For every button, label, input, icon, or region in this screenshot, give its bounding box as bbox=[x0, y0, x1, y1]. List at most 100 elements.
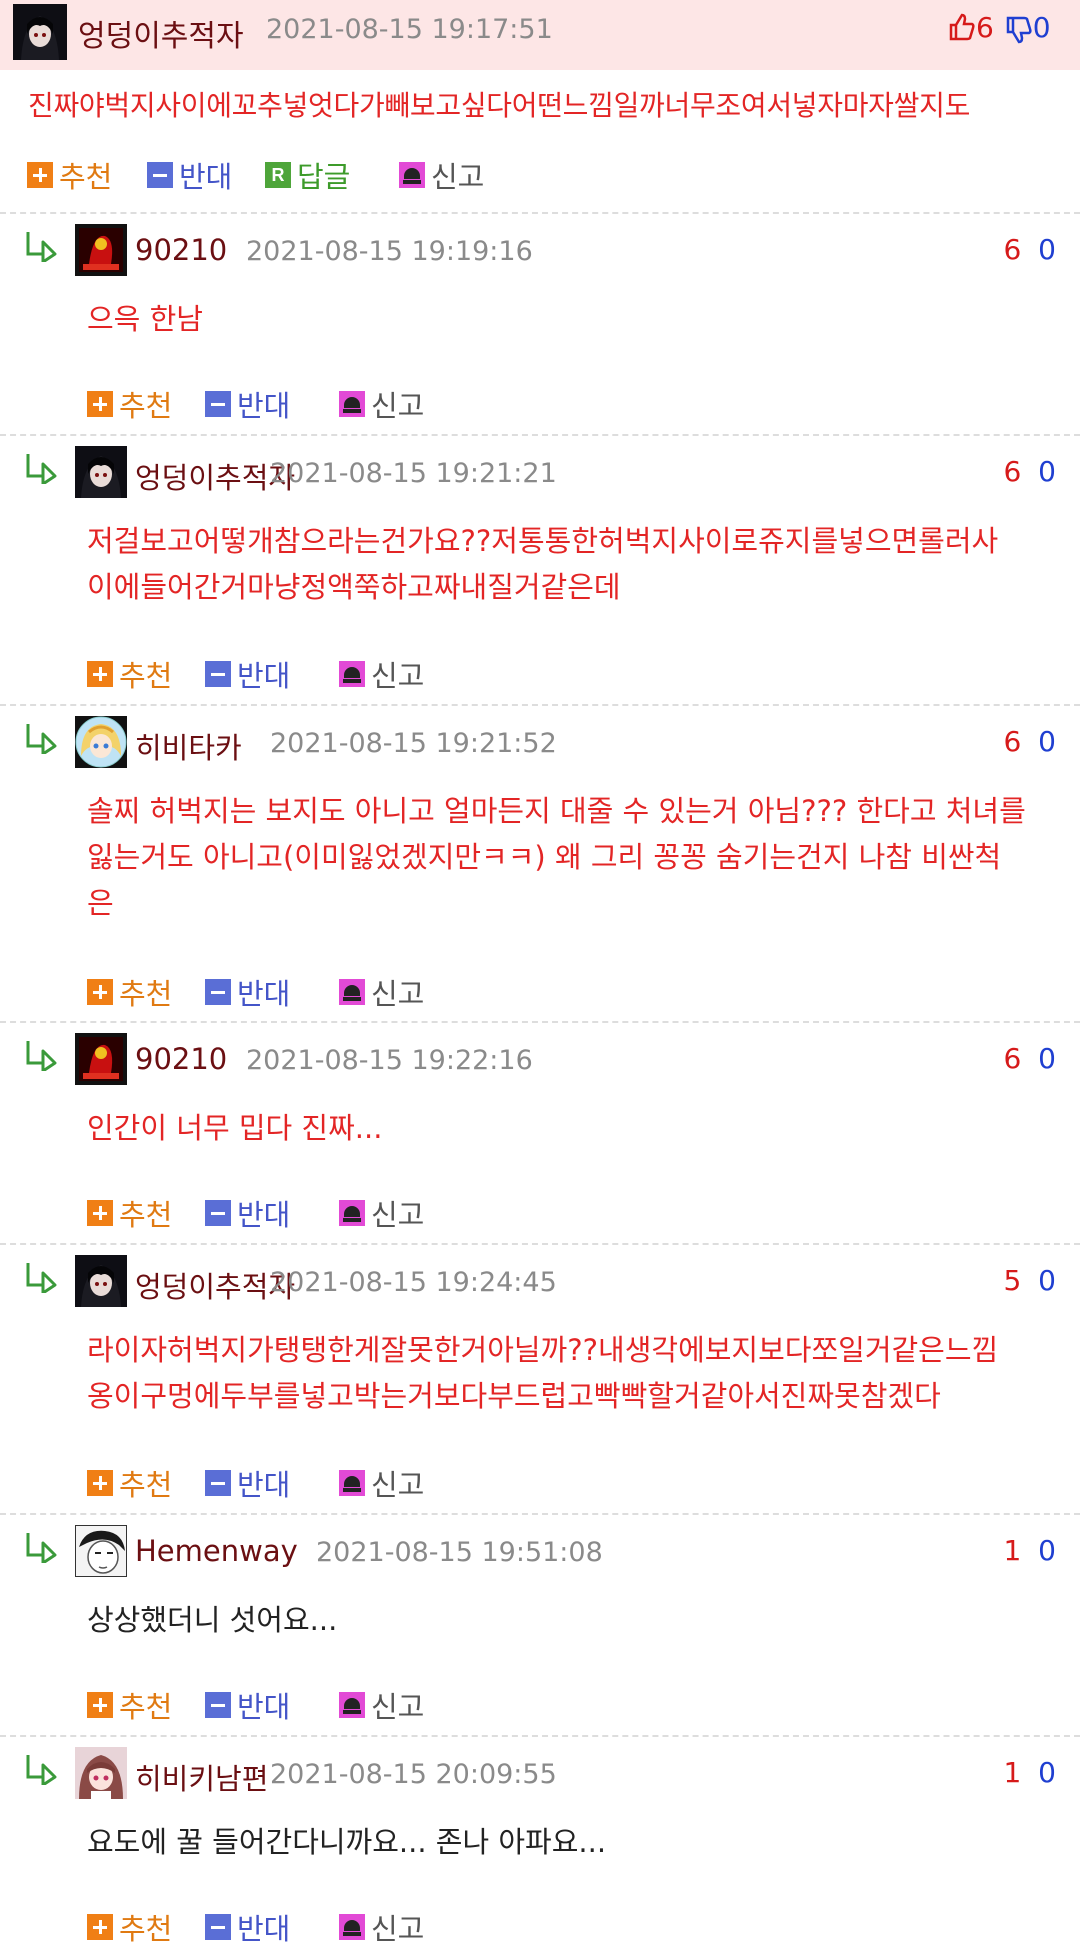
vote-counts: 6 0 bbox=[1003, 233, 1056, 266]
recommend-button[interactable]: 추천 bbox=[87, 1193, 172, 1233]
recommend-label: 추천 bbox=[59, 160, 113, 194]
minus-icon bbox=[205, 661, 231, 687]
recommend-button[interactable]: 추천 bbox=[87, 972, 172, 1012]
avatar[interactable] bbox=[13, 4, 67, 60]
username[interactable]: 90210 bbox=[135, 1042, 227, 1076]
comment-text-line: 상상했더니 섯어요... bbox=[87, 1603, 338, 1637]
report-button[interactable]: 신고 bbox=[339, 972, 424, 1012]
comment-header: 엉덩이추적자 2021-08-15 19:17:51 6 0 bbox=[0, 0, 1080, 70]
report-button[interactable]: 신고 bbox=[339, 1907, 424, 1947]
reply-arrow-icon bbox=[26, 1263, 57, 1293]
recommend-button[interactable]: 추천 bbox=[87, 1685, 172, 1725]
reply-comment: 히비키남편 2021-08-15 20:09:55 1 0 요도에 꿀 들어간다… bbox=[0, 1735, 1080, 1955]
report-button[interactable]: 신고 bbox=[399, 155, 484, 195]
timestamp: 2021-08-15 19:24:45 bbox=[270, 1267, 557, 1298]
report-button[interactable]: 신고 bbox=[339, 1463, 424, 1503]
avatar[interactable] bbox=[75, 1255, 127, 1307]
oppose-button[interactable]: 반대 bbox=[205, 1193, 290, 1233]
up-count: 5 bbox=[1003, 1264, 1022, 1297]
comment-text-line: 옹이구멍에두부를넣고박는거보다부드럽고빡빡할거같아서진짜못참겠다 bbox=[87, 1379, 941, 1413]
avatar[interactable] bbox=[75, 1747, 127, 1799]
oppose-button[interactable]: 반대 bbox=[205, 1463, 290, 1503]
oppose-button[interactable]: 반대 bbox=[205, 654, 290, 694]
comment-text-line: 잃는거도 아니고(이미잃었겠지만ㅋㅋ) 왜 그리 꽁꽁 숨기는건지 나참 비싼척 bbox=[87, 840, 1002, 874]
siren-icon bbox=[339, 979, 365, 1005]
report-label: 신고 bbox=[371, 1690, 425, 1724]
username[interactable]: 90210 bbox=[135, 233, 227, 267]
report-label: 신고 bbox=[371, 977, 425, 1011]
comment-text-line: 라이자허벅지가탱탱한게잘못한거아닐까??내생각에보지보다쪼일거같은느낌 bbox=[87, 1333, 999, 1367]
oppose-button[interactable]: 반대 bbox=[147, 155, 232, 195]
plus-icon bbox=[87, 979, 113, 1005]
username[interactable]: 히비타카 bbox=[135, 725, 242, 767]
vote-counts: 6 0 bbox=[948, 11, 1051, 45]
avatar[interactable] bbox=[75, 446, 127, 498]
thumbs-up-icon[interactable] bbox=[948, 12, 976, 42]
report-button[interactable]: 신고 bbox=[339, 654, 424, 694]
up-count: 1 bbox=[1003, 1534, 1022, 1567]
reply-arrow-icon bbox=[26, 454, 57, 484]
comment-text: 진짜야벅지사이에꼬추넣엇다가빼보고싶다어떤느낌일까너무조여서넣자마자쌀지도 bbox=[28, 89, 971, 122]
report-label: 신고 bbox=[431, 160, 485, 194]
up-count: 6 bbox=[1003, 455, 1022, 488]
avatar[interactable] bbox=[75, 716, 127, 768]
oppose-button[interactable]: 반대 bbox=[205, 1685, 290, 1725]
report-button[interactable]: 신고 bbox=[339, 1685, 424, 1725]
plus-icon bbox=[87, 661, 113, 687]
report-label: 신고 bbox=[371, 659, 425, 693]
oppose-label: 반대 bbox=[237, 1690, 291, 1724]
up-count: 6 bbox=[976, 11, 994, 44]
timestamp: 2021-08-15 19:51:08 bbox=[316, 1537, 603, 1568]
recommend-label: 추천 bbox=[119, 389, 173, 423]
siren-icon bbox=[339, 1200, 365, 1226]
recommend-label: 추천 bbox=[119, 1912, 173, 1946]
username[interactable]: Hemenway bbox=[135, 1534, 298, 1568]
down-count: 0 bbox=[1038, 1756, 1056, 1789]
reply-arrow-icon bbox=[26, 1533, 57, 1563]
thumbs-down-icon[interactable] bbox=[1005, 15, 1033, 45]
down-count: 0 bbox=[1038, 1264, 1056, 1297]
reply-button[interactable]: R 답글 bbox=[265, 155, 350, 195]
oppose-button[interactable]: 반대 bbox=[205, 384, 290, 424]
timestamp: 2021-08-15 19:19:16 bbox=[246, 236, 533, 267]
up-count: 6 bbox=[1003, 233, 1022, 266]
recommend-button[interactable]: 추천 bbox=[87, 654, 172, 694]
minus-icon bbox=[205, 1692, 231, 1718]
username[interactable]: 히비키남편 bbox=[135, 1756, 268, 1798]
oppose-label: 반대 bbox=[237, 659, 291, 693]
oppose-button[interactable]: 반대 bbox=[205, 972, 290, 1012]
recommend-button[interactable]: 추천 bbox=[27, 155, 112, 195]
recommend-button[interactable]: 추천 bbox=[87, 1463, 172, 1503]
oppose-label: 반대 bbox=[179, 160, 233, 194]
minus-icon bbox=[205, 391, 231, 417]
report-button[interactable]: 신고 bbox=[339, 384, 424, 424]
report-label: 신고 bbox=[371, 1912, 425, 1946]
oppose-button[interactable]: 반대 bbox=[205, 1907, 290, 1947]
recommend-button[interactable]: 추천 bbox=[87, 384, 172, 424]
timestamp: 2021-08-15 20:09:55 bbox=[270, 1759, 557, 1790]
comment-text-line: 이에들어간거마냥정액쭉하고짜내질거같은데 bbox=[87, 570, 621, 604]
down-count: 0 bbox=[1038, 455, 1056, 488]
oppose-label: 반대 bbox=[237, 1198, 291, 1232]
reply-comment: 히비타카 2021-08-15 19:21:52 6 0 솔찌 허벅지는 보지도… bbox=[0, 704, 1080, 1023]
oppose-label: 반대 bbox=[237, 1912, 291, 1946]
up-count: 1 bbox=[1003, 1756, 1022, 1789]
comment-text: 으윽 한남 bbox=[87, 296, 1057, 342]
username[interactable]: 엉덩이추적자 bbox=[78, 11, 244, 55]
reply-comment: 90210 2021-08-15 19:22:16 6 0 인간이 너무 밉다 … bbox=[0, 1021, 1080, 1245]
comment-text-line: 요도에 꿀 들어간다니까요... 존나 아파요... bbox=[87, 1825, 607, 1859]
avatar[interactable] bbox=[75, 224, 127, 276]
minus-icon bbox=[147, 162, 173, 188]
siren-icon bbox=[339, 661, 365, 687]
recommend-button[interactable]: 추천 bbox=[87, 1907, 172, 1947]
down-count: 0 bbox=[1038, 233, 1056, 266]
comment-text: 인간이 너무 밉다 진짜... bbox=[87, 1105, 1057, 1151]
plus-icon bbox=[87, 1470, 113, 1496]
vote-counts: 5 0 bbox=[1003, 1264, 1056, 1297]
recommend-label: 추천 bbox=[119, 1198, 173, 1232]
report-button[interactable]: 신고 bbox=[339, 1193, 424, 1233]
recommend-label: 추천 bbox=[119, 659, 173, 693]
avatar[interactable] bbox=[75, 1033, 127, 1085]
siren-icon bbox=[339, 391, 365, 417]
avatar[interactable] bbox=[75, 1525, 127, 1577]
